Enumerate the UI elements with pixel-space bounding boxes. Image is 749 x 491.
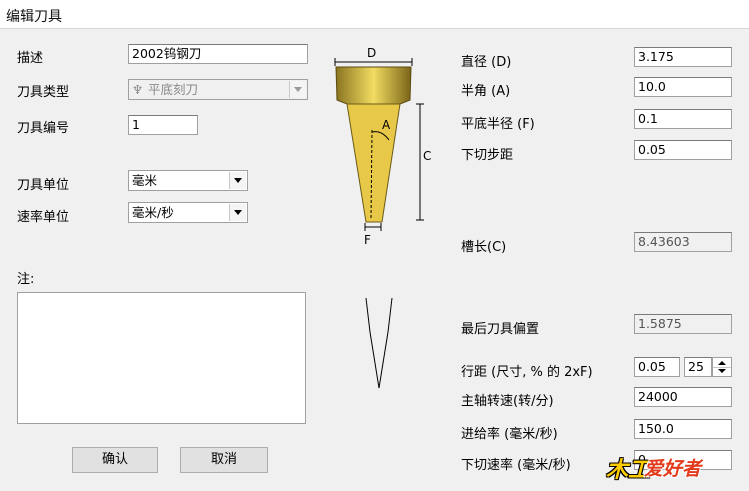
spindle-speed-label: 主轴转速(转/分) xyxy=(461,394,554,409)
flute-letter: C xyxy=(423,149,431,163)
rate-unit-select[interactable]: 毫米/秒 xyxy=(128,202,248,223)
flat-radius-label: 平底半径 (F) xyxy=(461,117,535,132)
watermark-text-sub: 爱好者 xyxy=(644,458,702,480)
spin-down-icon[interactable] xyxy=(718,369,726,373)
tool-type-value: 平底刻刀 xyxy=(147,82,198,97)
flute-length-label: 槽长(C) xyxy=(461,240,507,255)
tool-bit-icon: ♆ xyxy=(132,82,144,97)
diameter-label: 直径 (D) xyxy=(461,55,512,70)
tool-cone xyxy=(346,103,401,223)
flat-letter: F xyxy=(364,233,371,247)
tool-type-select[interactable]: ♆ 平底刻刀 xyxy=(128,79,308,100)
chevron-down-icon[interactable] xyxy=(229,172,246,189)
ok-button[interactable]: 确认 xyxy=(72,447,158,473)
stepover-spinner[interactable] xyxy=(712,357,732,377)
chevron-down-icon[interactable] xyxy=(289,81,306,98)
feed-rate-label: 进给率 (毫米/秒) xyxy=(461,427,558,442)
description-label: 描述 xyxy=(17,51,44,66)
plunge-rate-label: 下切速率 (毫米/秒) xyxy=(461,458,571,473)
spin-up-icon[interactable] xyxy=(718,361,726,365)
rate-unit-label: 速率单位 xyxy=(17,210,70,225)
stepover-input[interactable]: 0.05 xyxy=(634,357,680,377)
last-offset-label: 最后刀具偏置 xyxy=(461,322,540,337)
tool-unit-label: 刀具单位 xyxy=(17,178,70,193)
stepdown-label: 下切步距 xyxy=(461,148,514,163)
cancel-button[interactable]: 取消 xyxy=(180,447,268,473)
tool-unit-select[interactable]: 毫米 xyxy=(128,170,248,191)
flat-radius-input[interactable]: 0.1 xyxy=(634,109,732,129)
tool-shank xyxy=(335,66,412,105)
tool-type-label: 刀具类型 xyxy=(17,85,70,100)
diameter-input[interactable]: 3.175 xyxy=(634,47,732,67)
last-offset-field: 1.5875 xyxy=(634,314,732,334)
tool-number-input[interactable]: 1 xyxy=(128,115,198,135)
rate-unit-value: 毫米/秒 xyxy=(132,205,174,220)
half-angle-letter: A xyxy=(382,118,391,132)
tool-unit-value: 毫米 xyxy=(132,173,158,188)
half-angle-label: 半角 (A) xyxy=(461,84,511,99)
tool-tip-profile xyxy=(365,297,393,389)
stepover-label: 行距 (尺寸, % 的 2xF) xyxy=(461,365,593,380)
watermark-logo: 木工 爱好者 xyxy=(606,452,730,484)
tool-diagram: D A C F xyxy=(334,46,431,389)
stepdown-input[interactable]: 0.05 xyxy=(634,140,732,160)
description-input[interactable]: 2002钨钢刀 xyxy=(128,44,308,64)
spindle-speed-input[interactable]: 24000 xyxy=(634,387,732,407)
feed-rate-input[interactable]: 150.0 xyxy=(634,419,732,439)
note-label: 注: xyxy=(17,272,35,287)
diameter-letter: D xyxy=(367,46,376,60)
window-title: 编辑刀具 xyxy=(6,9,62,25)
stepover-percent-input[interactable]: 25 xyxy=(684,357,712,377)
tool-number-label: 刀具编号 xyxy=(17,121,70,136)
chevron-down-icon[interactable] xyxy=(229,204,246,221)
half-angle-input[interactable]: 10.0 xyxy=(634,77,732,97)
title-bar: 编辑刀具 xyxy=(0,0,749,29)
note-textarea[interactable] xyxy=(17,292,306,424)
flute-length-field: 8.43603 xyxy=(634,232,732,252)
